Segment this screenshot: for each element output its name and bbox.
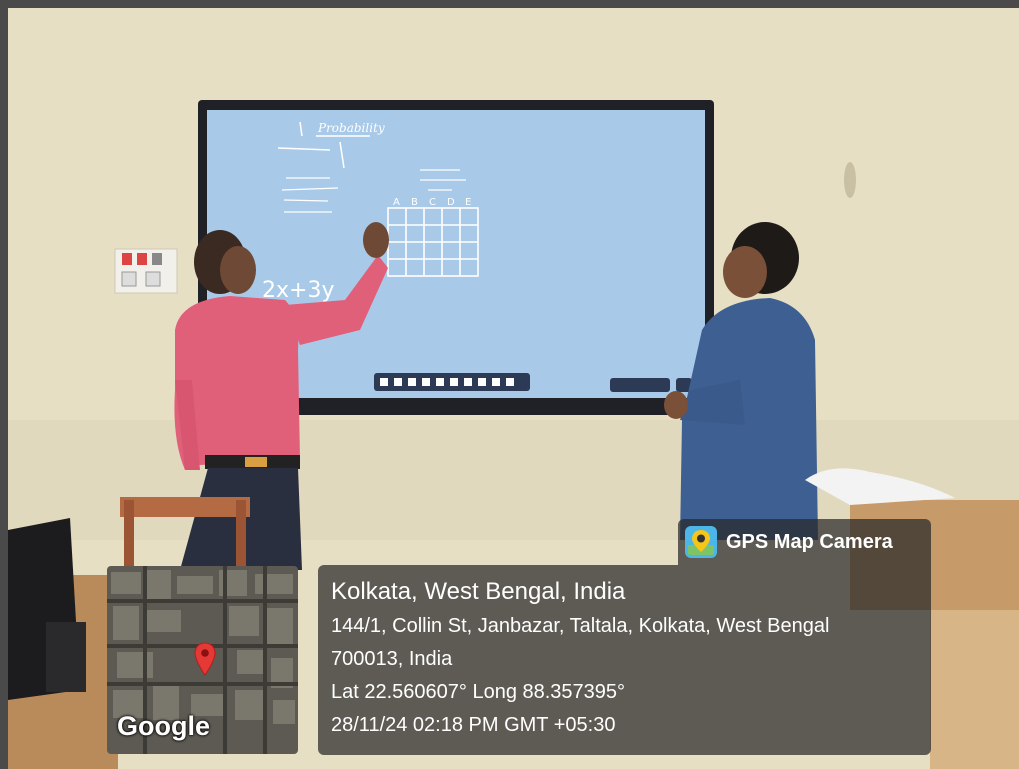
grid-col-b: B xyxy=(411,197,418,208)
grid-col-c: C xyxy=(429,197,436,208)
coordinates: Lat 22.560607° Long 88.357395° xyxy=(331,681,626,703)
map-pin-camera-icon xyxy=(685,526,717,558)
google-logo: Google xyxy=(117,711,210,741)
grid-col-d: D xyxy=(447,197,455,208)
location-pin-icon xyxy=(194,642,216,676)
location-info-panel: Kolkata, West Bengal, India 144/1, Colli… xyxy=(318,565,931,755)
gps-app-name: GPS Map Camera xyxy=(726,530,893,553)
timestamp: 28/11/24 02:18 PM GMT +05:30 xyxy=(331,714,616,736)
board-heading: Probability xyxy=(317,121,385,135)
address-line-2: 700013, India xyxy=(331,648,453,670)
grid-col-a: A xyxy=(393,197,400,208)
grid-col-e: E xyxy=(465,197,471,208)
map-thumbnail: Google xyxy=(107,566,298,754)
photo-frame: Probability A B C D E 2x+3y GPS Map Came… xyxy=(0,0,1019,769)
location-title: Kolkata, West Bengal, India xyxy=(331,578,626,605)
address-line-1: 144/1, Collin St, Janbazar, Taltala, Kol… xyxy=(331,615,830,637)
gps-camera-badge: GPS Map Camera xyxy=(678,519,931,565)
wall-switch-panel xyxy=(114,248,178,294)
